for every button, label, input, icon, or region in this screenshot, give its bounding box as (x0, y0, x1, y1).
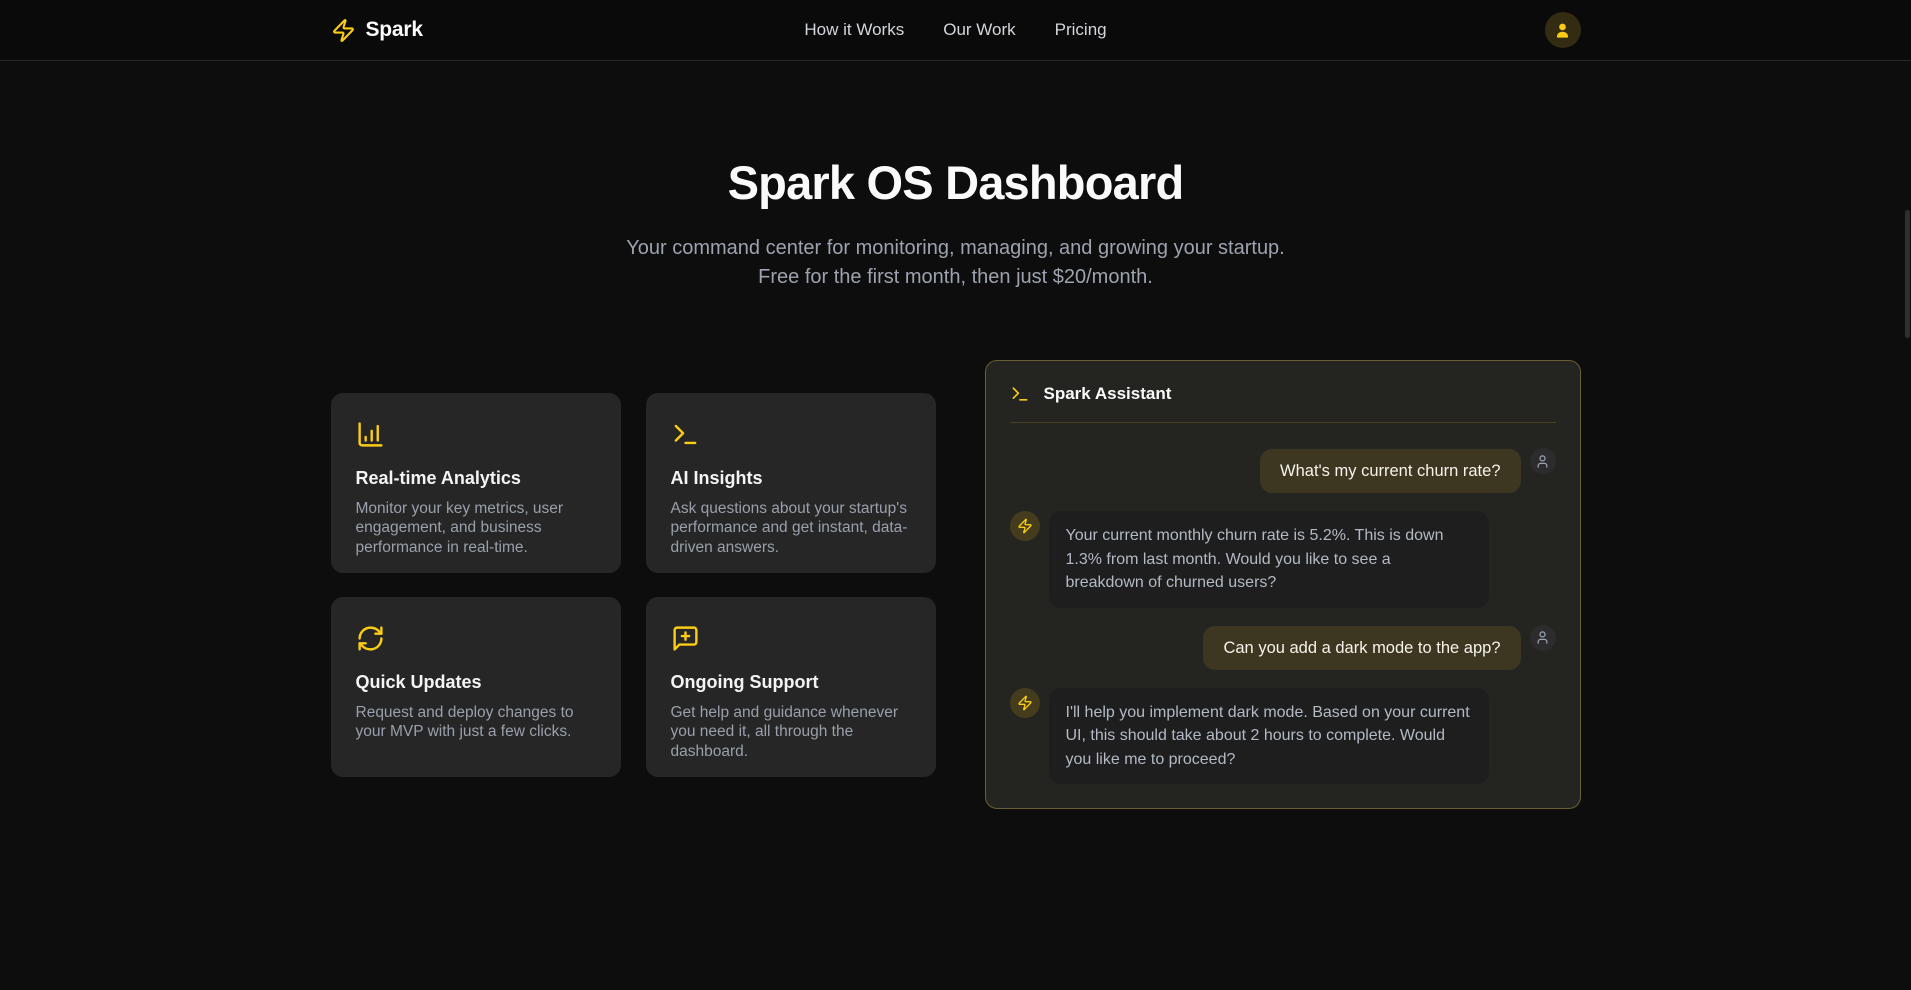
navbar-right (1107, 12, 1581, 48)
assistant-header: Spark Assistant (1010, 361, 1556, 423)
navbar-container: Spark How it Works Our Work Pricing (331, 12, 1581, 48)
message-list: What's my current churn rate? (986, 423, 1580, 808)
brand-name: Spark (366, 18, 423, 42)
user-avatar (1530, 625, 1556, 651)
user-message: Can you add a dark mode to the app? (1010, 626, 1556, 670)
user-message-bubble: What's my current churn rate? (1260, 449, 1520, 493)
zap-icon (1017, 518, 1033, 534)
navbar: Spark How it Works Our Work Pricing (0, 0, 1911, 61)
assistant-message-bubble: Your current monthly churn rate is 5.2%.… (1049, 511, 1489, 608)
feature-description: Ask questions about your startup's perfo… (671, 499, 911, 558)
feature-grid: Real-time Analytics Monitor your key met… (331, 393, 936, 777)
nav-link-how-it-works[interactable]: How it Works (804, 20, 904, 40)
zap-icon (1017, 695, 1033, 711)
account-avatar-button[interactable] (1545, 12, 1581, 48)
feature-title: AI Insights (671, 468, 911, 489)
user-icon (1553, 21, 1572, 40)
zap-icon (331, 18, 356, 43)
assistant-message-bubble: I'll help you implement dark mode. Based… (1049, 688, 1489, 785)
feature-card-ongoing-support: Ongoing Support Get help and guidance wh… (646, 597, 936, 777)
chart-column-icon (356, 420, 596, 449)
feature-title: Ongoing Support (671, 672, 911, 693)
feature-title: Real-time Analytics (356, 468, 596, 489)
terminal-icon (1010, 384, 1030, 404)
assistant-title: Spark Assistant (1044, 384, 1172, 404)
spark-assistant-panel: Spark Assistant What's my current churn … (985, 360, 1581, 809)
feature-card-ai-insights: AI Insights Ask questions about your sta… (646, 393, 936, 573)
navbar-left: Spark (331, 18, 805, 43)
feature-description: Request and deploy changes to your MVP w… (356, 703, 596, 742)
nav-link-pricing[interactable]: Pricing (1055, 20, 1107, 40)
nav-links: How it Works Our Work Pricing (804, 20, 1106, 40)
main-content: Real-time Analytics Monitor your key met… (331, 360, 1581, 809)
message-square-plus-icon (671, 624, 911, 653)
refresh-icon (356, 624, 596, 653)
hero-section: Spark OS Dashboard Your command center f… (0, 61, 1911, 292)
user-message: What's my current churn rate? (1010, 449, 1556, 493)
assistant-avatar (1010, 688, 1040, 718)
feature-description: Monitor your key metrics, user engagemen… (356, 499, 596, 558)
nav-link-our-work[interactable]: Our Work (943, 20, 1015, 40)
assistant-message: Your current monthly churn rate is 5.2%.… (1010, 511, 1556, 608)
brand-logo[interactable]: Spark (331, 18, 423, 43)
page-subtitle: Your command center for monitoring, mana… (611, 234, 1301, 292)
feature-card-quick-updates: Quick Updates Request and deploy changes… (331, 597, 621, 777)
page-scrollbar[interactable] (1905, 210, 1910, 338)
feature-card-analytics: Real-time Analytics Monitor your key met… (331, 393, 621, 573)
assistant-message: I'll help you implement dark mode. Based… (1010, 688, 1556, 785)
feature-title: Quick Updates (356, 672, 596, 693)
user-message-bubble: Can you add a dark mode to the app? (1203, 626, 1520, 670)
user-avatar (1530, 448, 1556, 474)
user-icon (1535, 454, 1550, 469)
assistant-avatar (1010, 511, 1040, 541)
page-title: Spark OS Dashboard (0, 155, 1911, 210)
terminal-icon (671, 420, 911, 449)
feature-description: Get help and guidance whenever you need … (671, 703, 911, 762)
user-icon (1535, 630, 1550, 645)
